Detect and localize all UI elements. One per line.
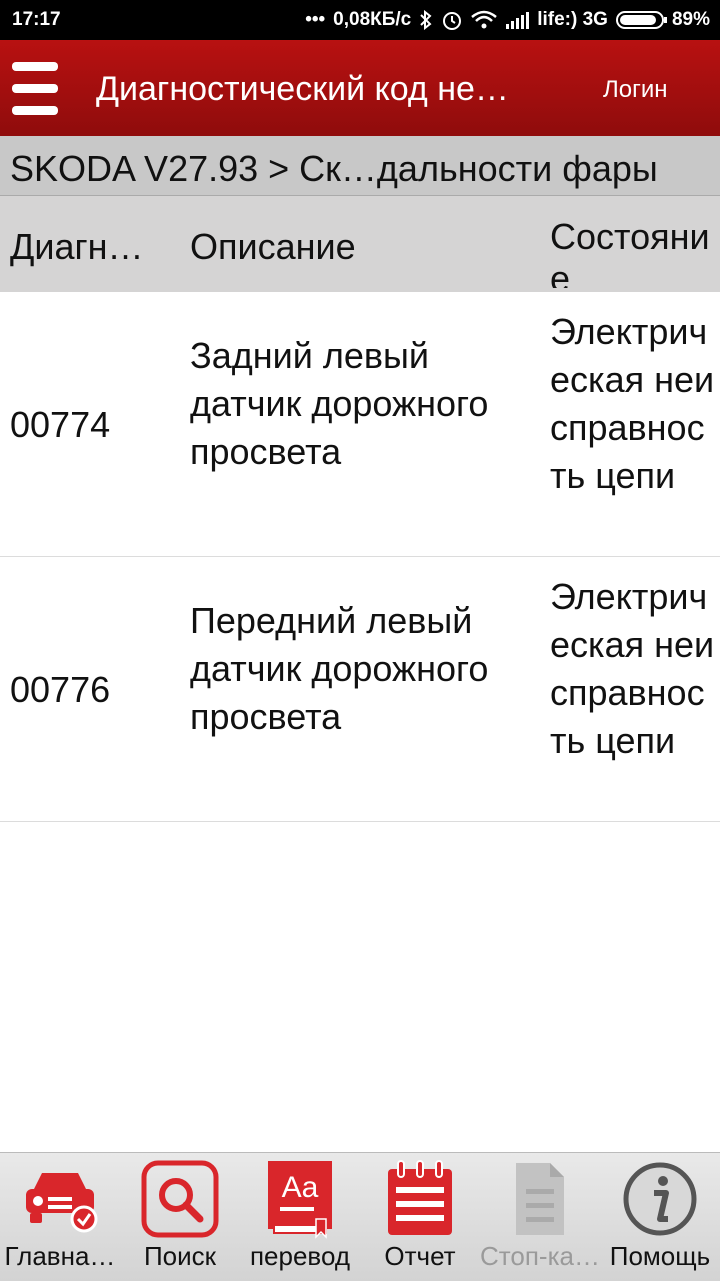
search-icon <box>140 1159 220 1239</box>
dtc-status: Электрическая неисправность цепи <box>550 311 715 496</box>
signal-icon <box>505 11 530 29</box>
login-button[interactable]: Логин <box>603 76 668 104</box>
dtc-status: Электрическая неисправность цепи <box>550 576 715 761</box>
nav-label: Главна… <box>4 1241 116 1271</box>
column-header-description[interactable]: Описание <box>190 226 356 268</box>
info-icon <box>620 1159 700 1239</box>
alarm-icon <box>441 9 463 31</box>
breadcrumb: SKODA V27.93 > Ск…дальности фары <box>0 136 720 196</box>
wifi-icon <box>471 10 498 30</box>
more-dots-icon: ••• <box>305 9 326 30</box>
column-header-code[interactable]: Диагн… <box>10 226 144 268</box>
nav-label: перевод <box>249 1241 351 1271</box>
nav-label: Стоп-ка… <box>480 1241 600 1271</box>
dtc-description: Задний левый датчик дорожного просвета <box>190 335 489 472</box>
nav-home[interactable]: Главна… <box>0 1153 120 1281</box>
dtc-code: 00774 <box>10 404 111 445</box>
app-bar: Диагностический код не… Логин <box>0 40 720 136</box>
status-bar: 17:17 ••• 0,08КБ/с life:) 3G 89% <box>0 0 720 40</box>
report-icon <box>380 1159 460 1239</box>
nav-translate[interactable]: Aa перевод <box>240 1153 360 1281</box>
column-header-status[interactable]: Состояние <box>550 216 715 288</box>
page-title: Диагностический код не… <box>96 70 509 108</box>
dtc-description: Передний левый датчик дорожного просвета <box>190 600 489 737</box>
network-speed: 0,08КБ/с <box>333 9 412 30</box>
battery-icon <box>615 11 667 29</box>
svg-text:Aa: Aa <box>282 1171 319 1204</box>
status-time: 17:17 <box>12 9 61 30</box>
carrier-label: life:) 3G <box>537 9 608 30</box>
bluetooth-icon <box>419 10 433 30</box>
translate-icon: Aa <box>260 1159 340 1239</box>
nav-label: Отчет <box>384 1241 456 1271</box>
battery-percent: 89% <box>671 9 710 30</box>
table-row[interactable]: 00776 Передний левый датчик дорожного пр… <box>0 557 720 822</box>
nav-freeze-frame[interactable]: Стоп-ка… <box>480 1153 600 1281</box>
car-check-icon <box>20 1159 100 1239</box>
nav-report[interactable]: Отчет <box>360 1153 480 1281</box>
nav-label: Помощь <box>609 1241 711 1271</box>
bottom-navigation: Главна… Поиск Aa перевод Отчет Стоп-ка… … <box>0 1152 720 1281</box>
table-header: Диагн… Описание Состояние <box>0 196 720 292</box>
status-indicators: ••• 0,08КБ/с life:) 3G 89% <box>305 9 710 31</box>
nav-help[interactable]: Помощь <box>600 1153 720 1281</box>
dtc-code: 00776 <box>10 669 111 710</box>
nav-label: Поиск <box>143 1241 217 1271</box>
nav-search[interactable]: Поиск <box>120 1153 240 1281</box>
document-icon <box>500 1159 580 1239</box>
menu-button[interactable] <box>12 60 60 120</box>
table-row[interactable]: 00774 Задний левый датчик дорожного прос… <box>0 292 720 557</box>
